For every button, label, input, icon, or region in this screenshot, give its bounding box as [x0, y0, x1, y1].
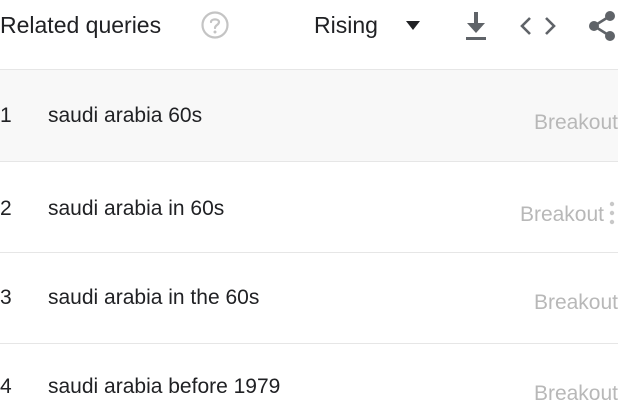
row-value: Breakout: [533, 111, 618, 134]
share-icon[interactable]: [582, 6, 618, 46]
sort-dropdown[interactable]: Rising: [306, 4, 434, 48]
row-rank: 1: [0, 104, 12, 127]
row-query-link[interactable]: saudi arabia in the 60s: [48, 285, 259, 311]
row-rank: 4: [0, 375, 12, 398]
more-vert-icon[interactable]: [608, 200, 616, 226]
sort-dropdown-label: Rising: [314, 12, 378, 38]
row-query-link[interactable]: saudi arabia in 60s: [48, 196, 224, 222]
table-row[interactable]: 1 saudi arabia 60s Breakout: [0, 70, 618, 162]
related-queries-widget: Related queries Rising 1 saudi arabia 60…: [0, 0, 618, 412]
widget-title: Related queries: [0, 12, 162, 38]
download-icon[interactable]: [458, 6, 494, 46]
widget-header: Related queries Rising: [0, 0, 618, 70]
row-value: Breakout: [533, 382, 618, 405]
row-rank: 3: [0, 286, 12, 309]
table-row[interactable]: 2 saudi arabia in 60s Breakout: [0, 162, 618, 253]
embed-code-icon[interactable]: [516, 6, 560, 46]
table-row[interactable]: 4 saudi arabia before 1979 Breakout: [0, 344, 618, 412]
row-rank: 2: [0, 197, 12, 220]
caret-down-icon: [406, 21, 420, 30]
row-query-link[interactable]: saudi arabia 60s: [48, 103, 202, 129]
table-row[interactable]: 3 saudi arabia in the 60s Breakout: [0, 253, 618, 344]
row-value: Breakout: [533, 291, 618, 314]
row-value: Breakout: [519, 203, 604, 226]
help-circle-icon[interactable]: [200, 10, 230, 40]
row-query-link[interactable]: saudi arabia before 1979: [48, 374, 280, 400]
